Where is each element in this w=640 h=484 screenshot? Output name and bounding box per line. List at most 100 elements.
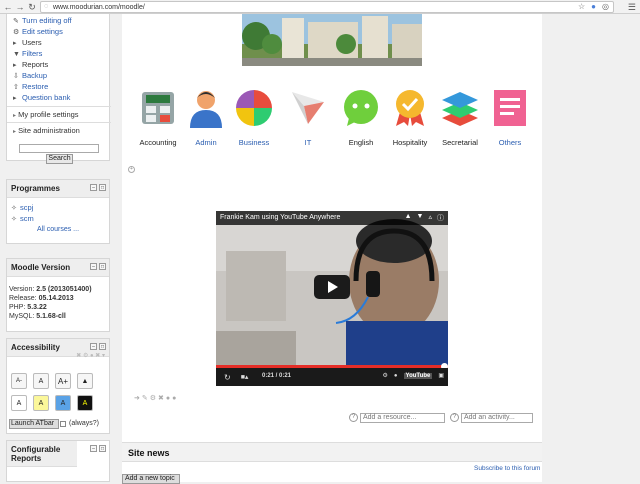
always-label: (always?) — [69, 420, 99, 427]
category-admin[interactable]: Admin — [180, 88, 232, 147]
microphone-icon[interactable]: ● — [591, 2, 596, 11]
star-icon[interactable]: ☆ — [578, 2, 585, 11]
back-icon[interactable]: ← — [2, 1, 14, 13]
delete-icon[interactable]: ✖ — [158, 395, 166, 402]
course-icon: ✧ — [11, 205, 17, 212]
divider — [7, 122, 111, 123]
color-scheme-yellow-button[interactable]: A — [33, 395, 49, 411]
extension-icon[interactable]: ◎ — [602, 2, 609, 11]
decrease-font-button[interactable]: A- — [11, 373, 27, 389]
users-link[interactable]: ▸ Users — [13, 38, 42, 47]
help-icon[interactable]: ? — [349, 413, 358, 422]
category-label: Others — [498, 138, 522, 147]
all-courses-link[interactable]: All courses ... — [37, 226, 79, 233]
edit-settings-link[interactable]: ⚙ Edit settings — [13, 27, 63, 36]
help-icon[interactable]: ? — [450, 413, 459, 422]
video-top-controls: ▲ ▼ ▵ ⓘ — [405, 213, 444, 223]
moodle-version-block: Moodle Version – □ Version: 2.5 (20130514… — [6, 258, 110, 332]
category-it[interactable]: IT — [282, 88, 334, 147]
menu-icon[interactable]: ☰ — [628, 2, 636, 13]
course-link-scpj[interactable]: ✧ scpj — [11, 203, 33, 212]
block-controls: – □ — [90, 263, 106, 270]
always-checkbox[interactable] — [60, 421, 66, 427]
fullscreen-icon[interactable]: ▣ — [438, 372, 444, 379]
dock-icon[interactable]: □ — [99, 184, 106, 191]
play-button[interactable] — [314, 275, 350, 299]
video-title[interactable]: Frankie Kam using YouTube Anywhere — [220, 214, 340, 221]
backup-link[interactable]: ⇩ Backup — [13, 71, 47, 80]
dock-icon[interactable]: □ — [99, 445, 106, 452]
thumbs-down-icon[interactable]: ▼ — [417, 213, 424, 223]
search-button[interactable]: Search — [46, 154, 73, 164]
site-administration-link[interactable]: ▸ Site administration — [13, 126, 80, 135]
settings-icon[interactable]: ⚙ — [150, 395, 158, 402]
admin-search-input[interactable] — [19, 144, 99, 153]
settings-icon[interactable]: ⚙ — [383, 372, 388, 379]
move-icon[interactable]: + — [128, 166, 135, 173]
my-profile-settings-link[interactable]: ▸ My profile settings — [13, 110, 79, 119]
document-icon — [494, 90, 526, 126]
category-business[interactable]: Business — [228, 88, 280, 147]
question-bank-link[interactable]: ▸ Question bank — [13, 93, 70, 102]
reports-link[interactable]: ▸ Reports — [13, 60, 48, 69]
color-scheme-black-button[interactable]: A — [77, 395, 93, 411]
reset-font-button[interactable]: A — [33, 373, 49, 389]
chat-bubble-icon — [344, 90, 378, 126]
subscribe-link[interactable]: Subscribe to this forum — [474, 465, 540, 472]
youtube-logo[interactable]: YouTube — [403, 372, 433, 379]
category-label: Accounting — [139, 138, 177, 147]
color-scheme-white-button[interactable]: A — [11, 395, 27, 411]
thumbs-up-icon[interactable]: ▲ — [405, 213, 412, 223]
section-edit-controls: ➜✎⚙✖●● — [134, 394, 178, 402]
dock-icon[interactable]: □ — [99, 343, 106, 350]
category-label: Business — [238, 138, 270, 147]
youtube-video-player[interactable]: Frankie Kam using YouTube Anywhere ▲ ▼ ▵… — [216, 211, 448, 386]
turn-editing-off-link[interactable]: ✎ Turn editing off — [13, 16, 72, 25]
move-right-icon[interactable]: ➜ — [134, 395, 142, 402]
edit-icon[interactable]: ✎ — [142, 395, 150, 402]
category-hospitality[interactable]: Hospitality — [384, 88, 436, 147]
add-activity-select[interactable]: Add an activity... — [461, 413, 533, 423]
person-icon — [190, 91, 222, 128]
filters-link[interactable]: ▼ Filters — [13, 49, 42, 58]
version-line: Version: 2.5 (2013051400) — [9, 286, 92, 293]
info-icon[interactable]: ⓘ — [437, 213, 444, 223]
arrow-right-icon: ▸ — [13, 62, 17, 69]
minimize-icon[interactable]: – — [90, 263, 97, 270]
category-label: English — [348, 138, 374, 147]
site-news-header: Site news — [122, 442, 542, 462]
add-new-topic-button[interactable]: Add a new topic — [122, 474, 180, 484]
minimize-icon[interactable]: – — [90, 445, 97, 452]
share-icon[interactable]: ▵ — [428, 213, 432, 223]
category-accounting[interactable]: Accounting — [132, 88, 184, 147]
arrow-right-icon: ▸ — [13, 95, 17, 102]
assign-roles-icon[interactable]: ● — [172, 395, 178, 402]
reload-icon[interactable]: ↻ — [26, 1, 38, 13]
add-resource-select[interactable]: Add a resource... — [360, 413, 445, 423]
address-bar[interactable]: ◌ www.moodurian.com/moodle/ ☆ ● ◎ — [40, 1, 614, 13]
course-link-scm[interactable]: ✧ scm — [11, 214, 34, 223]
category-others[interactable]: Others — [484, 88, 536, 147]
category-secretarial[interactable]: Secretarial — [434, 88, 486, 147]
browser-toolbar: ← → ↻ ◌ www.moodurian.com/moodle/ ☆ ● ◎ … — [0, 0, 640, 14]
left-sidebar: ✎ Turn editing off ⚙ Edit settings ▸ Users … — [0, 14, 112, 482]
pie-chart-icon — [236, 90, 272, 126]
configurable-reports-title: Configurable Reports — [7, 441, 77, 467]
dock-icon[interactable]: □ — [99, 263, 106, 270]
launch-atbar-button[interactable]: Launch ATbar — [9, 419, 59, 429]
color-scheme-blue-button[interactable]: A — [55, 395, 71, 411]
main-content: Accounting Admin Business IT English Hos… — [122, 14, 542, 484]
calculator-icon — [142, 92, 174, 124]
replay-icon[interactable]: ↻ — [224, 373, 231, 382]
divider — [7, 106, 111, 107]
restore-link[interactable]: ⇧ Restore — [13, 82, 48, 91]
minimize-icon[interactable]: – — [90, 343, 97, 350]
quality-icon[interactable]: ● — [394, 373, 398, 379]
color-bucket-icon[interactable]: ▲ — [77, 373, 93, 389]
volume-icon[interactable]: ■▴ — [241, 373, 249, 381]
minimize-icon[interactable]: – — [90, 184, 97, 191]
accessibility-block: Accessibility – □ ✖ ⚙ ● ✖ ▾ A- A A+ ▲ A A… — [6, 338, 110, 434]
category-english[interactable]: English — [335, 88, 387, 147]
forward-icon[interactable]: → — [14, 1, 26, 13]
increase-font-button[interactable]: A+ — [55, 373, 71, 389]
